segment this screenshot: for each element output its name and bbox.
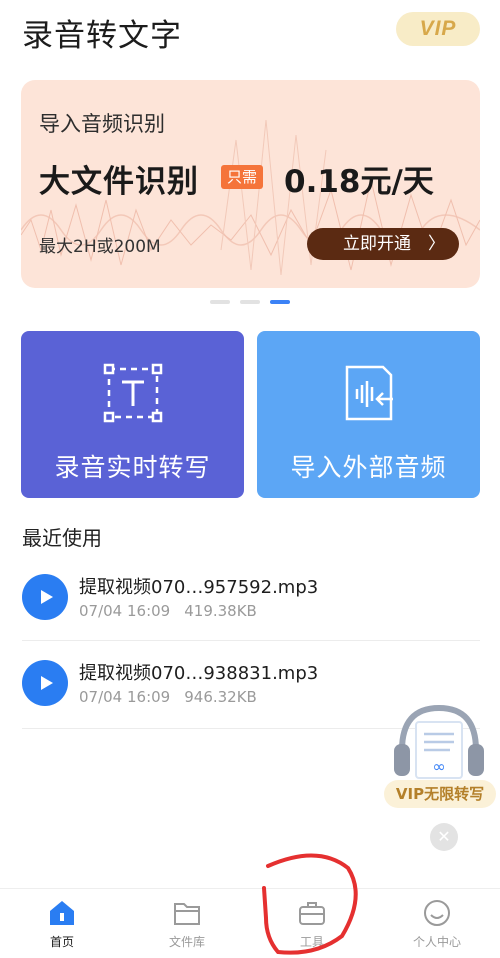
row-divider <box>22 640 480 641</box>
chevron-right-icon: 〉 <box>428 234 445 254</box>
tab-files-label: 文件库 <box>168 935 205 949</box>
tab-home-label: 首页 <box>49 935 74 949</box>
play-button[interactable] <box>22 574 68 620</box>
text-frame-icon <box>103 363 162 423</box>
vip-button[interactable]: VIP <box>396 12 480 46</box>
file-name: 提取视频070…938831.mp3 <box>79 663 319 684</box>
recent-file-row[interactable]: 提取视频070…957592.mp3 07/04 16:09 419.38KB <box>0 562 500 650</box>
promo-banner[interactable]: 导入音频识别 大文件识别 只需 0.18元/天 最大2H或200M 立即开通 〉 <box>21 80 480 288</box>
tab-profile-label: 个人中心 <box>412 935 461 949</box>
play-button[interactable] <box>22 660 68 706</box>
bottom-tab-bar: 首页 文件库 工具 个人中心 <box>0 888 500 958</box>
svg-text:∞: ∞ <box>432 757 445 776</box>
toolbox-icon <box>299 902 325 925</box>
open-now-button[interactable]: 立即开通 〉 <box>307 228 459 260</box>
carousel-dot-active[interactable] <box>270 300 290 304</box>
file-date: 07/04 16:09 <box>79 602 171 620</box>
import-audio-card[interactable]: 导入外部音频 <box>257 331 480 498</box>
banner-title: 大文件识别 <box>39 164 199 200</box>
vip-unlimited-label: VIP无限转写 <box>384 780 496 808</box>
open-now-label: 立即开通 <box>343 234 411 254</box>
file-size: 419.38KB <box>184 602 257 620</box>
file-name: 提取视频070…957592.mp3 <box>79 577 319 598</box>
carousel-indicator <box>210 300 292 304</box>
tab-home[interactable]: 首页 <box>12 899 112 955</box>
tab-tools[interactable]: 工具 <box>262 899 362 955</box>
file-meta: 07/04 16:09 419.38KB <box>79 602 257 620</box>
close-icon[interactable]: ✕ <box>430 823 458 851</box>
play-icon <box>41 676 53 690</box>
header: 录音转文字 VIP <box>0 0 500 70</box>
smile-icon <box>424 900 450 926</box>
banner-subtitle: 导入音频识别 <box>39 112 165 136</box>
banner-limit: 最大2H或200M <box>39 237 161 257</box>
play-icon <box>41 590 53 604</box>
headphones-document-icon: ∞ <box>394 704 484 779</box>
recent-section-title: 最近使用 <box>22 526 102 550</box>
app-title: 录音转文字 <box>22 18 182 54</box>
home-icon <box>50 901 74 925</box>
price-tag: 只需 <box>221 165 264 189</box>
file-meta: 07/04 16:09 946.32KB <box>79 688 257 706</box>
vip-unlimited-float[interactable]: ∞ VIP无限转写 <box>380 700 498 810</box>
file-date: 07/04 16:09 <box>79 688 171 706</box>
tab-tools-label: 工具 <box>299 935 324 949</box>
import-audio-icon <box>345 365 393 421</box>
record-realtime-label: 录音实时转写 <box>54 453 211 482</box>
tab-profile[interactable]: 个人中心 <box>387 899 487 955</box>
tab-files[interactable]: 文件库 <box>137 899 237 955</box>
carousel-dot[interactable] <box>240 300 260 304</box>
banner-price: 0.18元/天 <box>284 164 434 200</box>
record-realtime-card[interactable]: 录音实时转写 <box>21 331 244 498</box>
import-audio-label: 导入外部音频 <box>290 453 447 482</box>
carousel-dot[interactable] <box>210 300 230 304</box>
file-size: 946.32KB <box>184 688 257 706</box>
folder-icon <box>174 903 200 925</box>
